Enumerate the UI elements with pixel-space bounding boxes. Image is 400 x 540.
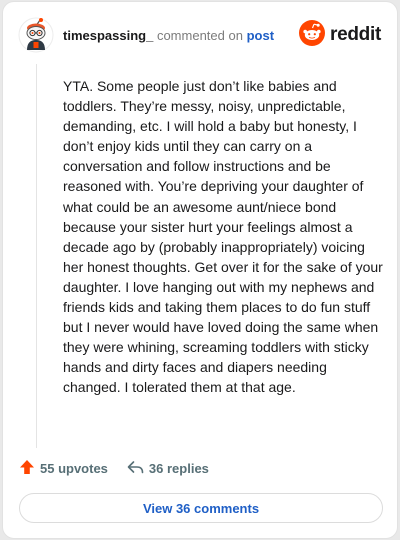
brand-wordmark: reddit	[330, 24, 381, 45]
replies-stat[interactable]: 36 replies	[127, 460, 209, 477]
upvotes-count: 55 upvotes	[40, 460, 108, 476]
comment-header: timespassing_ commented on post reddit	[18, 17, 381, 53]
upvotes-stat[interactable]: 55 upvotes	[19, 459, 108, 478]
snoo-avatar-icon[interactable]	[18, 17, 54, 53]
comment-stats: 55 upvotes 36 replies	[19, 458, 209, 478]
replies-count: 36 replies	[148, 460, 209, 476]
reply-arrow-icon	[127, 460, 149, 477]
comment-byline: timespassing_ commented on post	[63, 28, 274, 43]
post-link[interactable]: post	[247, 28, 274, 43]
comment-body: YTA. Some people just don’t like babies …	[63, 78, 383, 396]
reddit-brand[interactable]: reddit	[299, 19, 381, 51]
thread-line	[36, 64, 37, 448]
view-comments-button[interactable]: View 36 comments	[19, 493, 383, 523]
action-text: commented on	[156, 28, 243, 43]
upvote-arrow-icon	[19, 459, 40, 478]
reddit-logo-icon	[299, 19, 326, 51]
comment-card: timespassing_ commented on post reddit Y…	[2, 1, 398, 539]
username-link[interactable]: timespassing_	[63, 28, 153, 43]
